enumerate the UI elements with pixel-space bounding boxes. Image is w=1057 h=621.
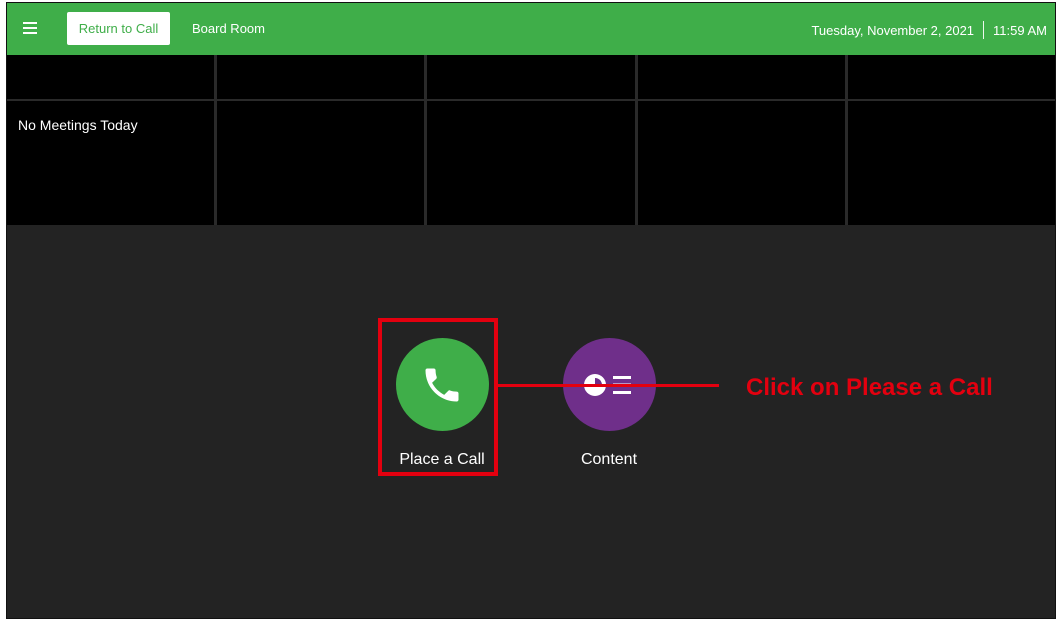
calendar-cell [427, 101, 638, 225]
return-to-call-button[interactable]: Return to Call [67, 12, 170, 45]
hamburger-menu-icon[interactable] [23, 22, 37, 34]
date-time: Tuesday, November 2, 2021 11:59 AM [811, 21, 1047, 39]
content-button[interactable]: Content [554, 338, 664, 469]
date-label: Tuesday, November 2, 2021 [811, 22, 975, 38]
calendar-body-row: No Meetings Today [7, 101, 1055, 225]
time-label: 11:59 AM [993, 22, 1047, 38]
calendar-panel: No Meetings Today [7, 55, 1055, 225]
calendar-cell [848, 101, 1055, 225]
calendar-cell [217, 101, 428, 225]
calendar-header-cell [848, 55, 1055, 99]
annotation-highlight-box [378, 318, 498, 476]
top-bar: Return to Call Board Room Tuesday, Novem… [7, 3, 1055, 55]
room-name: Board Room [192, 21, 265, 36]
calendar-cell: No Meetings Today [7, 101, 218, 225]
date-time-separator [983, 21, 985, 39]
annotation-pointer-line [498, 384, 719, 387]
calendar-header-cell [638, 55, 848, 99]
content-label: Content [580, 451, 638, 468]
calendar-header-cell [217, 55, 428, 99]
annotation-text: Click on Please a Call [746, 374, 993, 401]
calendar-header-cell [7, 55, 218, 99]
device-screen: Return to Call Board Room Tuesday, Novem… [6, 2, 1056, 619]
calendar-header-row [7, 55, 1055, 99]
no-meetings-text: No Meetings Today [18, 117, 138, 133]
calendar-header-cell [427, 55, 638, 99]
calendar-cell [638, 101, 848, 225]
